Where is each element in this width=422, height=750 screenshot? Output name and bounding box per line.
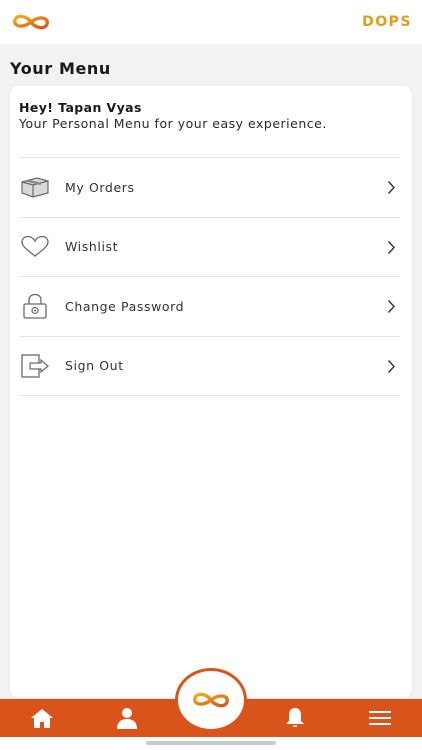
sign-out-icon — [20, 353, 50, 379]
hamburger-menu-icon[interactable] — [368, 707, 392, 729]
bell-icon[interactable] — [284, 707, 306, 729]
heart-icon — [20, 234, 50, 260]
menu-item-sign-out[interactable]: Sign Out — [20, 337, 400, 396]
menu-item-change-password[interactable]: Change Password — [20, 277, 400, 337]
menu-item-my-orders[interactable]: My Orders — [20, 158, 400, 218]
box-icon — [20, 174, 50, 200]
menu-item-label: Sign Out — [65, 358, 124, 374]
greeting-hello: Hey! Tapan Vyas — [19, 100, 142, 115]
infinity-logo-icon — [193, 692, 229, 708]
chevron-right-icon — [387, 359, 395, 373]
menu-card: Hey! Tapan Vyas Your Personal Menu for y… — [10, 86, 412, 698]
infinity-logo-icon[interactable] — [11, 13, 51, 31]
menu-list: My Orders Wishlist Change Password Sign … — [20, 157, 400, 396]
user-icon[interactable] — [114, 707, 140, 729]
chevron-right-icon — [387, 240, 395, 254]
greeting: Hey! Tapan Vyas Your Personal Menu for y… — [19, 100, 327, 131]
chevron-right-icon — [387, 181, 395, 194]
menu-item-label: Wishlist — [65, 239, 119, 255]
page-title: Your Menu — [10, 59, 111, 78]
home-indicator — [146, 741, 276, 745]
home-icon[interactable] — [28, 707, 56, 729]
top-bar: DOPS — [0, 0, 422, 44]
menu-item-wishlist[interactable]: Wishlist — [20, 218, 400, 277]
menu-item-label: My Orders — [65, 179, 135, 195]
center-home-button[interactable] — [175, 668, 247, 732]
lock-icon — [20, 293, 50, 319]
brand-name: DOPS — [362, 14, 412, 30]
menu-item-label: Change Password — [65, 298, 185, 314]
greeting-subtitle: Your Personal Menu for your easy experie… — [19, 116, 327, 131]
chevron-right-icon — [387, 300, 395, 313]
